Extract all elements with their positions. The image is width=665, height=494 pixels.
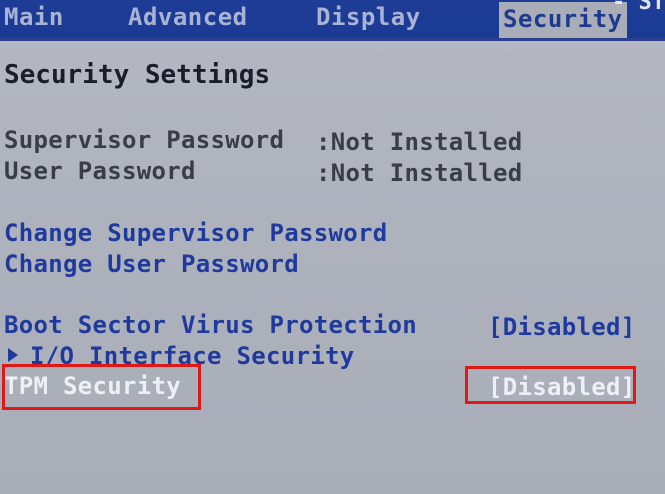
- tpm-label-highlight-box: [2, 364, 201, 410]
- page-title: Security Settings: [4, 60, 271, 90]
- tab-main[interactable]: Main: [4, 2, 64, 32]
- partial-menu-text: - ST: [612, 0, 665, 15]
- tab-advanced[interactable]: Advanced: [128, 2, 248, 32]
- user-password-status: :Not Installed: [316, 159, 523, 187]
- supervisor-password-status: :Not Installed: [316, 128, 523, 156]
- bios-menu-bar: Main Advanced Display Security - ST: [0, 0, 665, 40]
- tab-security[interactable]: Security: [499, 2, 627, 40]
- menu-divider: [0, 38, 665, 41]
- change-supervisor-password-item[interactable]: Change Supervisor Password: [4, 219, 387, 247]
- tpm-value-highlight-box: [465, 366, 636, 404]
- change-user-password-item[interactable]: Change User Password: [4, 250, 299, 278]
- supervisor-password-label: Supervisor Password: [4, 126, 285, 154]
- boot-sector-virus-protection-value[interactable]: [Disabled]: [488, 313, 636, 341]
- tab-display[interactable]: Display: [316, 2, 421, 32]
- submenu-arrow-icon: [8, 348, 18, 362]
- user-password-label: User Password: [4, 157, 196, 185]
- boot-sector-virus-protection-item[interactable]: Boot Sector Virus Protection: [4, 311, 417, 339]
